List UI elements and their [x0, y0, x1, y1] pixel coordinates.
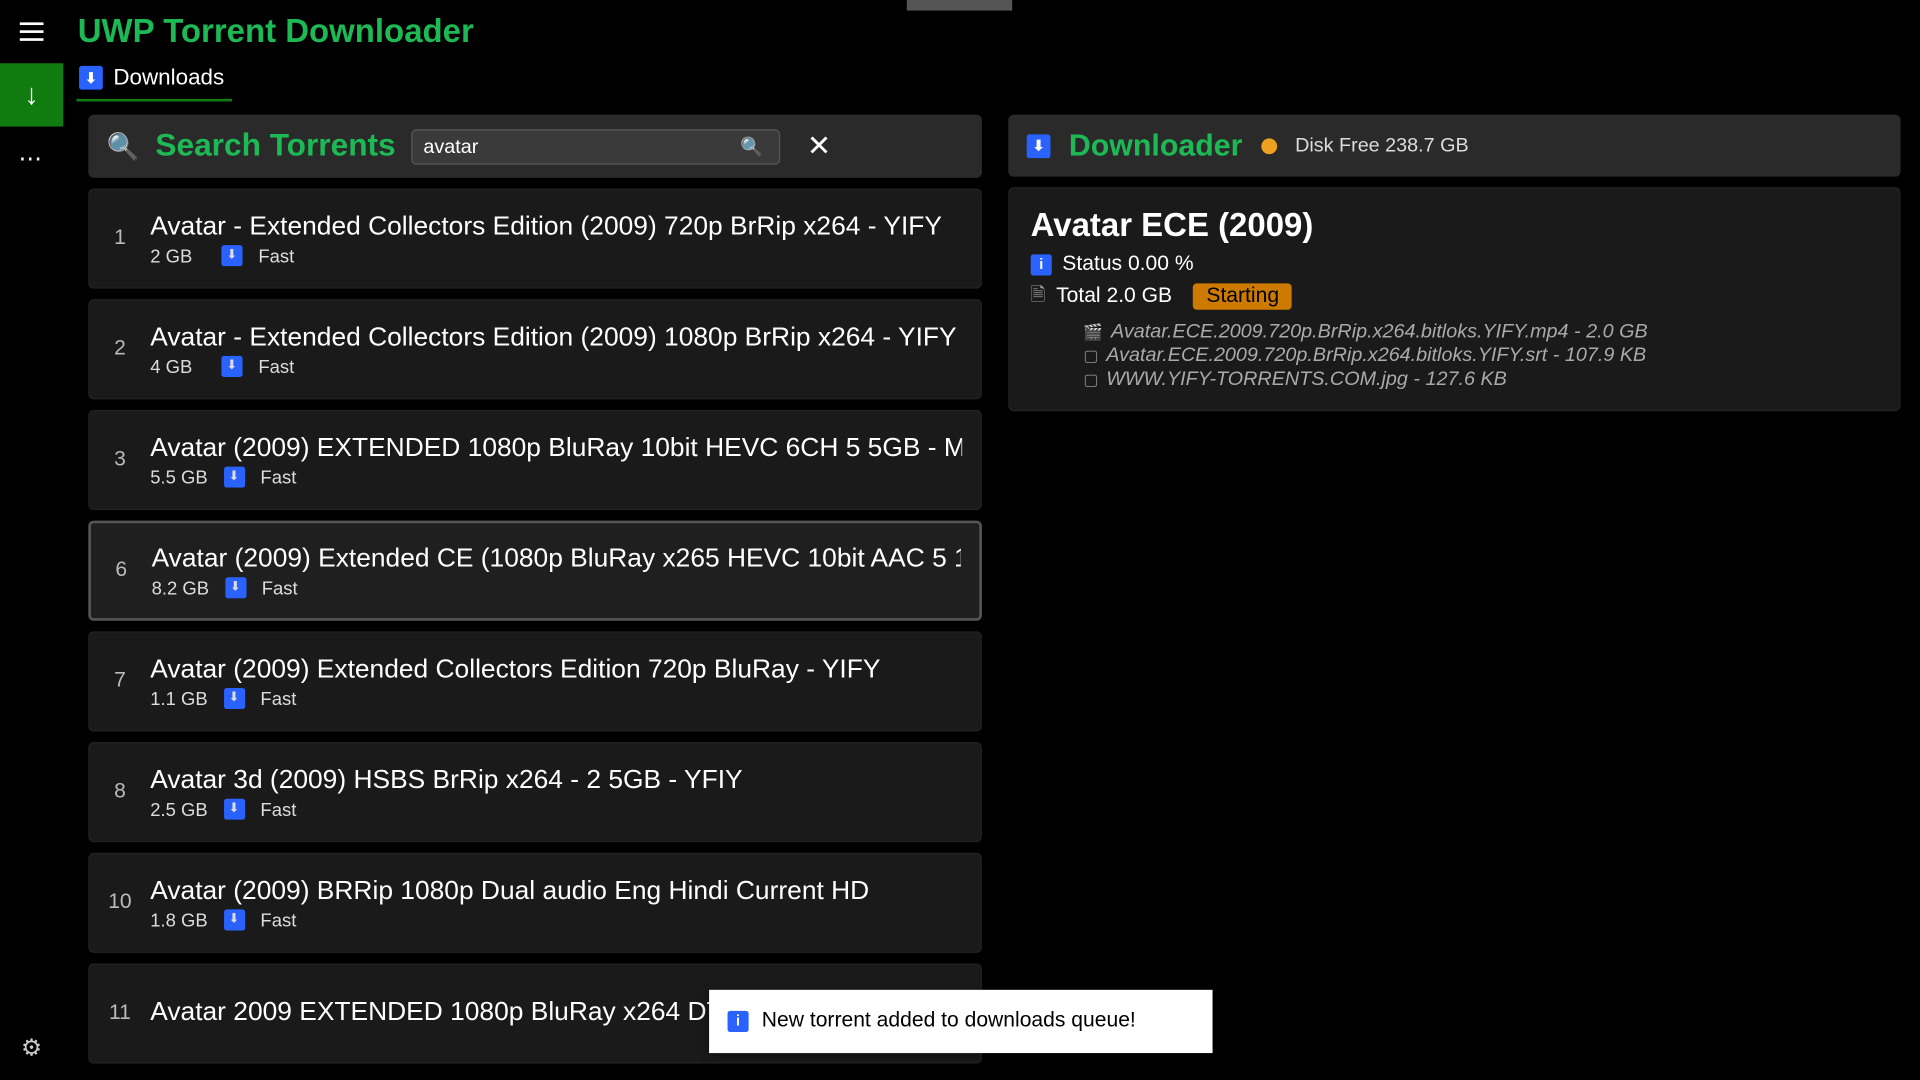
speed-icon: ⬇	[224, 466, 245, 487]
download-file-list: 🎬Avatar.ECE.2009.720p.BrRip.x264.bitloks…	[1031, 320, 1878, 390]
search-result-item[interactable]: 6 Avatar (2009) Extended CE (1080p BluRay…	[88, 521, 982, 621]
result-size: 1.8 GB	[150, 909, 207, 930]
toast-notification[interactable]: i New torrent added to downloads queue!	[709, 990, 1212, 1053]
result-size: 4 GB	[150, 355, 205, 376]
search-input-container: 🔍	[411, 129, 780, 165]
search-submit-icon[interactable]: 🔍	[735, 135, 769, 157]
search-result-item[interactable]: 2 Avatar - Extended Collectors Edition (2…	[88, 299, 982, 399]
disk-indicator-icon	[1261, 138, 1277, 154]
download-status: Status 0.00 %	[1062, 253, 1193, 277]
download-file-item: 🎬Avatar.ECE.2009.720p.BrRip.x264.bitloks…	[1083, 320, 1878, 342]
tab-label: Downloads	[113, 65, 224, 91]
search-title: Search Torrents	[155, 128, 395, 165]
gear-icon: ⚙	[21, 1034, 42, 1062]
more-icon: ⋯	[18, 144, 44, 172]
result-speed: Fast	[260, 798, 296, 819]
settings-button[interactable]: ⚙	[0, 1016, 63, 1079]
download-title: Avatar ECE (2009)	[1031, 207, 1878, 245]
search-result-item[interactable]: 7 Avatar (2009) Extended Collectors Editi…	[88, 631, 982, 731]
search-result-item[interactable]: 3 Avatar (2009) EXTENDED 1080p BluRay 10b…	[88, 410, 982, 510]
menu-button[interactable]	[0, 0, 63, 63]
hamburger-icon	[20, 22, 44, 40]
result-number: 3	[108, 448, 132, 472]
downloader-header: ⬇ Downloader Disk Free 238.7 GB	[1008, 115, 1900, 177]
result-speed: Fast	[262, 577, 298, 598]
result-size: 8.2 GB	[152, 577, 209, 598]
speed-icon: ⬇	[225, 577, 246, 598]
result-size: 2.5 GB	[150, 798, 207, 819]
disk-free-text: Disk Free 238.7 GB	[1295, 134, 1469, 156]
speed-icon: ⬇	[224, 798, 245, 819]
result-speed: Fast	[260, 687, 296, 708]
result-number: 11	[108, 1002, 132, 1026]
downloader-icon: ⬇	[1027, 134, 1051, 158]
tab-downloads[interactable]: ⬇ Downloads	[76, 59, 232, 101]
sidebar: ↓ ⋯ ⚙	[0, 0, 63, 1079]
result-number: 10	[108, 891, 132, 915]
result-size: 5.5 GB	[150, 466, 207, 487]
download-file-item: ▢WWW.YIFY-TORRENTS.COM.jpg - 127.6 KB	[1083, 368, 1878, 390]
file-type-icon: ▢	[1083, 370, 1098, 388]
result-title: Avatar (2009) Extended CE (1080p BluRay …	[152, 544, 961, 574]
speed-icon: ⬇	[224, 909, 245, 930]
result-title: Avatar (2009) EXTENDED 1080p BluRay 10bi…	[150, 433, 962, 463]
result-number: 8	[108, 780, 132, 804]
result-title: Avatar - Extended Collectors Edition (20…	[150, 212, 962, 242]
search-results-list: 1 Avatar - Extended Collectors Edition (2…	[88, 188, 982, 1063]
file-icon: 🗎	[1031, 281, 1046, 313]
speed-icon: ⬇	[221, 355, 242, 376]
toast-text: New torrent added to downloads queue!	[762, 1010, 1136, 1034]
file-type-icon: ▢	[1083, 346, 1098, 364]
result-title: Avatar (2009) Extended Collectors Editio…	[150, 654, 962, 684]
app-title: UWP Torrent Downloader	[72, 8, 1919, 51]
file-type-icon: 🎬	[1083, 322, 1103, 340]
info-icon: i	[1031, 254, 1052, 275]
search-result-item[interactable]: 8 Avatar 3d (2009) HSBS BrRip x264 - 2 5G…	[88, 742, 982, 842]
more-nav-button[interactable]: ⋯	[0, 127, 63, 190]
download-arrow-icon: ↓	[24, 78, 38, 112]
result-title: Avatar 3d (2009) HSBS BrRip x264 - 2 5GB…	[150, 765, 962, 795]
download-tab-icon: ⬇	[79, 66, 103, 90]
result-title: Avatar (2009) BRRip 1080p Dual audio Eng…	[150, 876, 962, 906]
result-speed: Fast	[258, 244, 294, 265]
active-download-card[interactable]: Avatar ECE (2009) i Status 0.00 % 🗎 Tota…	[1008, 187, 1900, 411]
result-title: Avatar - Extended Collectors Edition (20…	[150, 322, 962, 352]
result-number: 7	[108, 670, 132, 694]
result-number: 1	[108, 227, 132, 251]
result-number: 6	[109, 559, 133, 583]
result-speed: Fast	[258, 355, 294, 376]
result-number: 2	[108, 337, 132, 361]
result-size: 1.1 GB	[150, 687, 207, 708]
speed-icon: ⬇	[224, 687, 245, 708]
speed-icon: ⬇	[221, 244, 242, 265]
result-speed: Fast	[260, 909, 296, 930]
result-size: 2 GB	[150, 244, 205, 265]
clear-search-button[interactable]: ✕	[796, 129, 841, 163]
result-speed: Fast	[260, 466, 296, 487]
magnifier-icon: 🔍	[107, 130, 140, 163]
download-total: Total 2.0 GB	[1056, 285, 1172, 309]
downloader-title: Downloader	[1069, 128, 1242, 164]
downloads-nav-button[interactable]: ↓	[0, 63, 63, 126]
search-input[interactable]	[423, 135, 735, 157]
download-file-item: ▢Avatar.ECE.2009.720p.BrRip.x264.bitloks…	[1083, 344, 1878, 366]
search-result-item[interactable]: 1 Avatar - Extended Collectors Edition (2…	[88, 188, 982, 288]
search-panel-header: 🔍 Search Torrents 🔍 ✕	[88, 115, 982, 178]
search-result-item[interactable]: 10 Avatar (2009) BRRip 1080p Dual audio E…	[88, 853, 982, 953]
info-icon: i	[728, 1011, 749, 1032]
status-badge: Starting	[1193, 283, 1292, 309]
